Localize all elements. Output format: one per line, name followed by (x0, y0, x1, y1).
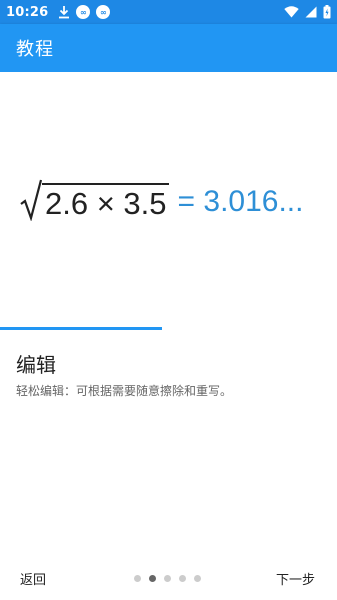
page-title: 教程 (16, 39, 54, 60)
next-button[interactable]: 下一步 (276, 569, 315, 588)
page-dot (194, 574, 201, 582)
page-dot (164, 574, 171, 582)
status-left-icons: ∞ ∞ (58, 5, 111, 19)
app-badge-icon: ∞ (96, 5, 111, 19)
download-icon (58, 5, 70, 19)
result-text: = 3.016... (177, 185, 304, 218)
page-indicator (134, 574, 201, 582)
status-time: 10:26 (6, 4, 49, 20)
page-dot (134, 574, 141, 582)
tutorial-navigation: 返回 下一步 (0, 560, 337, 596)
app-bar: 教程 (0, 24, 337, 72)
status-right-icons (284, 5, 331, 19)
formula-demo: 2.6 × 3.5 = 3.016... (20, 177, 303, 227)
tutorial-demo-area: 2.6 × 3.5 = 3.016... (0, 72, 337, 328)
cellular-signal-icon (305, 6, 317, 18)
battery-charging-icon (323, 5, 331, 19)
page-dot (179, 574, 186, 582)
status-bar: 10:26 ∞ ∞ (0, 0, 337, 24)
tutorial-progress-bar (0, 327, 337, 330)
square-root-icon (20, 179, 43, 225)
app-badge-icon: ∞ (76, 5, 91, 19)
progress-fill (0, 327, 162, 330)
radicand: 2.6 × 3.5 (42, 183, 169, 223)
wifi-icon (284, 6, 299, 18)
page-dot-active (149, 574, 156, 582)
back-button[interactable]: 返回 (20, 569, 46, 588)
tutorial-text: 编辑 轻松编辑：可根据需要随意擦除和重写。 (16, 352, 321, 400)
section-description: 轻松编辑：可根据需要随意擦除和重写。 (16, 384, 233, 398)
section-title: 编辑 (16, 353, 56, 377)
square-root-expression: 2.6 × 3.5 (20, 179, 169, 225)
